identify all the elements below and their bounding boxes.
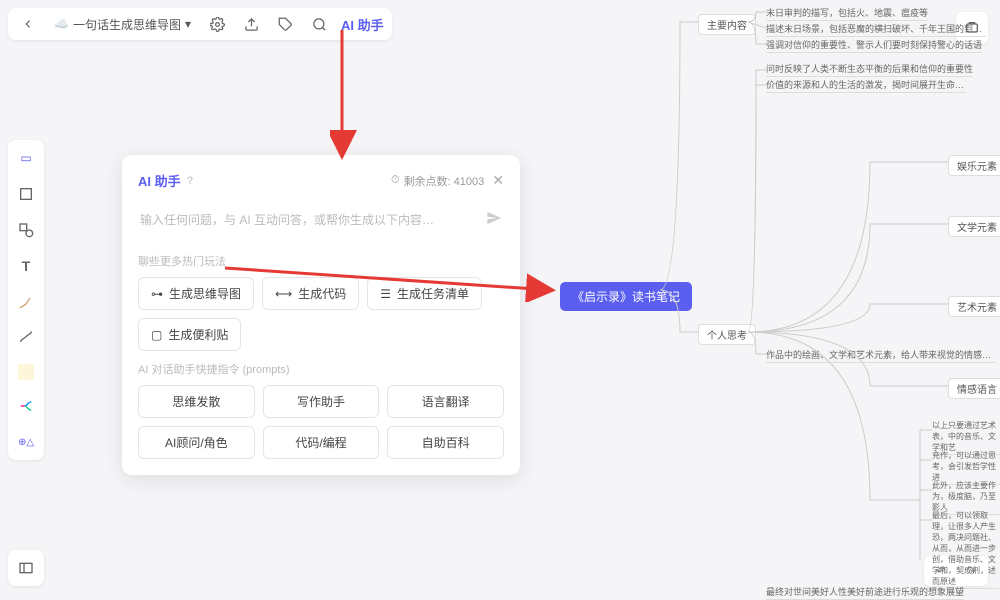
clock-icon: ⏱ xyxy=(391,174,400,187)
mindmap-node-thoughts[interactable]: 个人思考 xyxy=(698,324,756,345)
close-button[interactable]: ✕ xyxy=(492,172,504,189)
frame-tool-icon[interactable] xyxy=(16,184,36,204)
connector-tool-icon[interactable] xyxy=(16,328,36,348)
prompt-role[interactable]: AI顾问/角色 xyxy=(138,426,255,459)
prompts-section-label: AI 对话助手快捷指令 (prompts) xyxy=(138,361,504,377)
prompt-writing[interactable]: 写作助手 xyxy=(263,385,380,418)
chip-checklist[interactable]: ☰生成任务清单 xyxy=(367,277,482,310)
mindmap-subnode[interactable]: 艺术元素 xyxy=(948,296,1000,317)
chip-code[interactable]: ⟷生成代码 xyxy=(262,277,359,310)
search-icon[interactable] xyxy=(307,12,331,36)
document-title[interactable]: ☁️ 一句话生成思维导图 ▾ xyxy=(50,16,195,33)
chip-mindmap[interactable]: ⊶生成思维导图 xyxy=(138,277,254,310)
hot-section-label: 聊些更多热门玩法 xyxy=(138,253,504,269)
top-toolbar: ☁️ 一句话生成思维导图 ▾ AI 助手 xyxy=(8,8,392,40)
help-icon[interactable]: ? xyxy=(187,175,194,187)
prompt-wiki[interactable]: 自助百科 xyxy=(387,426,504,459)
back-button[interactable] xyxy=(16,12,40,36)
panel-title: AI 助手? xyxy=(138,171,193,190)
mindmap-leaf[interactable]: 最终对世间美好人性美好前途进行乐观的想象展望 xyxy=(766,585,964,600)
select-tool-icon[interactable]: ▭ xyxy=(16,148,36,168)
tag-icon[interactable] xyxy=(273,12,297,36)
mindmap-leaf[interactable]: 价值的来源和人的生活的激发，揭时间展开生命价值能较到哲理是对读者极 xyxy=(766,78,966,93)
code-icon: ⟷ xyxy=(275,287,292,301)
panel-toggle-button[interactable] xyxy=(8,550,44,586)
mindmap-leaf[interactable]: 强调对信仰的重要性、警示人们要时刻保持警心的话语 xyxy=(766,38,982,53)
mindmap-icon: ⊶ xyxy=(151,287,163,301)
checklist-icon: ☰ xyxy=(380,287,391,301)
mindmap-leaf[interactable]: 描述末日场景，包括恶魔的横扫破坏、千年王国的到来等 xyxy=(766,22,986,37)
mindmap-subnode[interactable]: 文学元素 xyxy=(948,216,1000,237)
mindmap-subnode[interactable]: 娱乐元素 xyxy=(948,155,1000,176)
sticky-note-tool-icon[interactable] xyxy=(18,364,34,380)
settings-icon[interactable] xyxy=(205,12,229,36)
mindmap-leaf[interactable]: 最后，可以领取理，让很多人产生恐，两决问题社、从而，从而进一步创，借助音乐、文学… xyxy=(932,510,1000,589)
title-text: 一句话生成思维导图 xyxy=(73,16,181,33)
ai-input-row xyxy=(138,204,504,243)
chevron-down-icon: ▾ xyxy=(185,17,191,31)
annotation-arrow-down xyxy=(330,30,360,160)
chip-sticky[interactable]: ▢生成便利贴 xyxy=(138,318,241,351)
left-toolbar: ▭ T ⊕△ xyxy=(8,140,44,460)
mindmap-leaf[interactable]: 末日审判的描写，包括火、地震、瘟疫等 xyxy=(766,6,928,21)
ai-prompt-input[interactable] xyxy=(140,213,486,227)
mindmap-subnode[interactable]: 情感语言 xyxy=(948,378,1000,399)
prompt-translate[interactable]: 语言翻译 xyxy=(387,385,504,418)
ai-assistant-button[interactable]: AI 助手 xyxy=(341,15,384,34)
mindmap-leaf[interactable]: 问时反映了人类不断生态平衡的后果和信仰的重要性 xyxy=(766,62,973,77)
send-button[interactable] xyxy=(486,210,502,229)
export-icon[interactable] xyxy=(239,12,263,36)
prompt-code[interactable]: 代码/编程 xyxy=(263,426,380,459)
pen-tool-icon[interactable] xyxy=(16,292,36,312)
more-shapes-icon[interactable]: ⊕△ xyxy=(16,432,36,452)
prompt-diverge[interactable]: 思维发散 xyxy=(138,385,255,418)
cloud-icon: ☁️ xyxy=(54,17,69,31)
mindmap-root-node[interactable]: 《启示录》读书笔记 xyxy=(560,282,692,311)
points-remaining: ⏱剩余点数: 41003 xyxy=(391,173,484,189)
mindmap-node-main[interactable]: 主要内容 xyxy=(698,14,756,35)
shape-tool-icon[interactable] xyxy=(16,220,36,240)
text-tool-icon[interactable]: T xyxy=(16,256,36,276)
mindmap-leaf[interactable]: 作品中的绘画、文学和艺术元素，给人带来视觉的情感体验 xyxy=(766,348,996,363)
branch-tool-icon[interactable] xyxy=(16,396,36,416)
sticky-icon: ▢ xyxy=(151,328,162,342)
ai-assistant-panel: AI 助手? ⏱剩余点数: 41003 ✕ 聊些更多热门玩法 ⊶生成思维导图 ⟷… xyxy=(122,155,520,475)
